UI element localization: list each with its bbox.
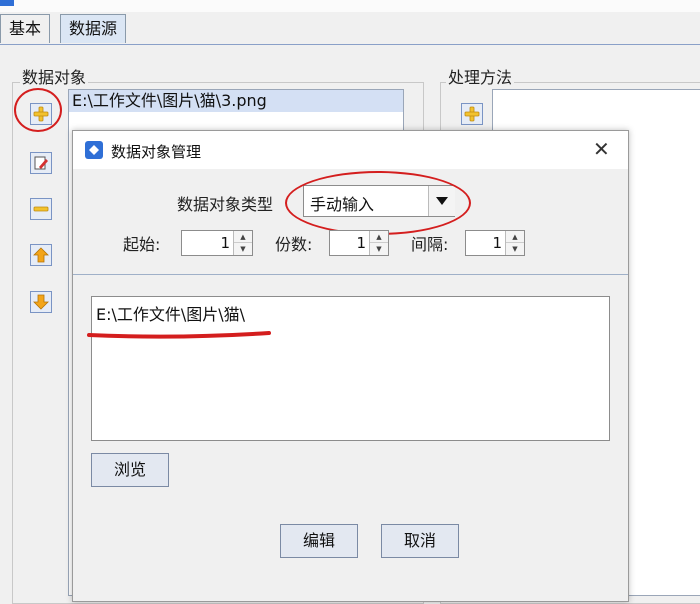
- content-textarea[interactable]: E:\工作文件\图片\猫\: [91, 296, 610, 441]
- edit-confirm-button[interactable]: 编辑: [280, 524, 358, 558]
- remove-button[interactable]: [30, 198, 52, 220]
- move-up-button[interactable]: [30, 244, 52, 266]
- annotation-circle: [14, 88, 62, 132]
- start-value: 1: [220, 234, 230, 252]
- copies-stepper-buttons[interactable]: ▲ ▼: [369, 231, 388, 255]
- arrow-down-icon: [33, 294, 49, 310]
- processing-method-group-label: 处理方法: [446, 64, 515, 88]
- data-object-manager-dialog: 数据对象管理 ✕ 数据对象类型 手动输入 起始: 1 ▲ ▼ 份数: 1 ▲ ▼ 间…: [72, 130, 629, 602]
- data-object-group-label: 数据对象: [20, 64, 89, 88]
- interval-value: 1: [492, 234, 502, 252]
- move-down-button[interactable]: [30, 291, 52, 313]
- copies-label: 份数:: [275, 235, 313, 254]
- content-text: E:\工作文件\图片\猫\: [96, 305, 246, 324]
- add-method-button[interactable]: [461, 103, 483, 125]
- start-label: 起始:: [123, 235, 161, 254]
- window-titlebar: [0, 0, 700, 12]
- minus-icon: [33, 206, 49, 212]
- start-stepper-buttons[interactable]: ▲ ▼: [233, 231, 252, 255]
- copies-value: 1: [356, 234, 366, 252]
- close-button[interactable]: ✕: [593, 137, 610, 161]
- interval-label: 间隔:: [411, 235, 449, 254]
- copies-stepper[interactable]: 1 ▲ ▼: [329, 230, 389, 256]
- tab-datasource[interactable]: 数据源: [60, 14, 127, 43]
- interval-stepper-buttons[interactable]: ▲ ▼: [505, 231, 524, 255]
- data-object-type-label: 数据对象类型: [177, 195, 274, 214]
- interval-stepper[interactable]: 1 ▲ ▼: [465, 230, 525, 256]
- plus-icon: [464, 106, 480, 122]
- tab-strip: 基本 数据源: [0, 12, 700, 45]
- close-icon: ✕: [593, 137, 610, 161]
- tab-basic[interactable]: 基本: [0, 14, 51, 43]
- list-item[interactable]: E:\工作文件\图片\猫\3.png: [69, 90, 403, 112]
- app-icon: [0, 0, 14, 6]
- arrow-up-icon: [33, 247, 49, 263]
- annotation-circle: [285, 171, 471, 235]
- dialog-title: 数据对象管理: [111, 143, 202, 161]
- start-stepper[interactable]: 1 ▲ ▼: [181, 230, 253, 256]
- edit-icon: [34, 156, 48, 170]
- cancel-button[interactable]: 取消: [381, 524, 459, 558]
- dialog-app-icon: [85, 141, 103, 159]
- browse-button[interactable]: 浏览: [91, 453, 169, 487]
- dialog-separator: [73, 274, 628, 275]
- annotation-underline: [87, 331, 271, 339]
- edit-button[interactable]: [30, 152, 52, 174]
